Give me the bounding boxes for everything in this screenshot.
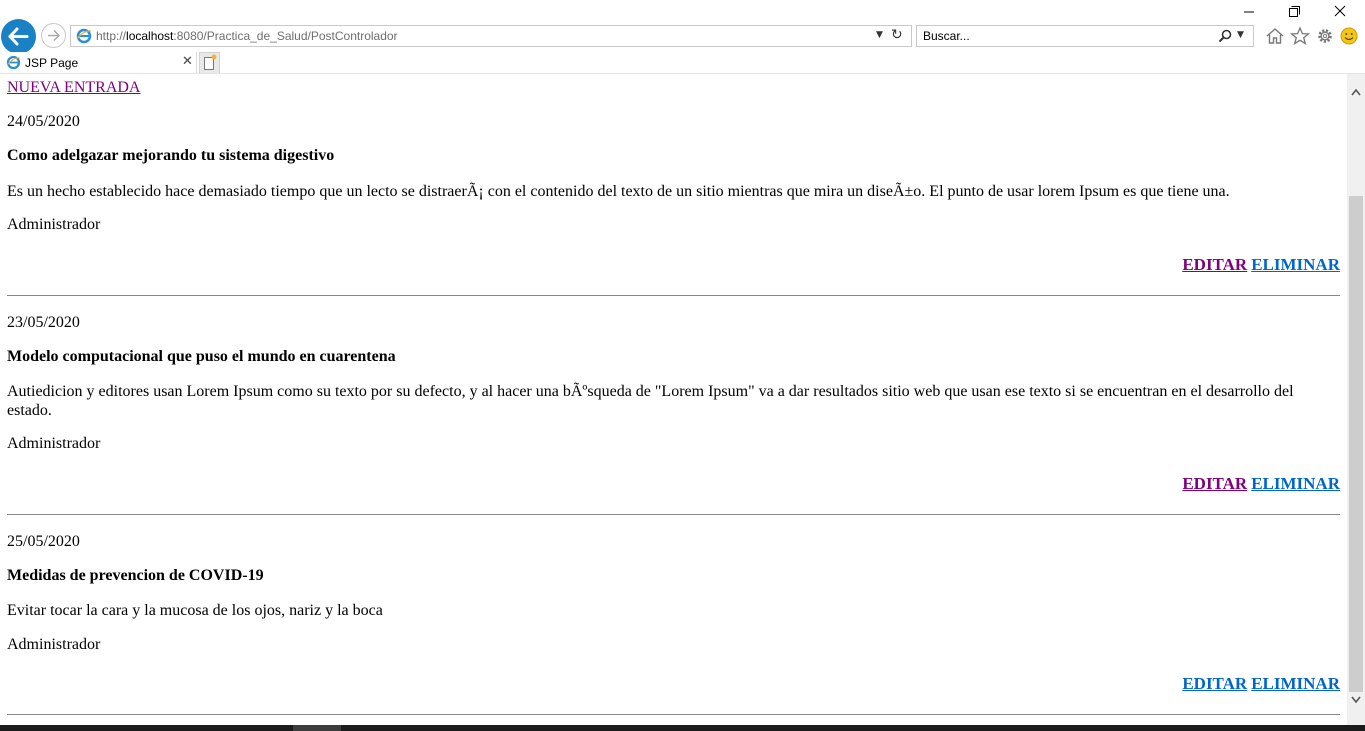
new-tab-icon	[204, 54, 217, 70]
post-divider	[7, 295, 1340, 296]
search-icon[interactable]	[1218, 29, 1232, 43]
post-actions: EDITAR ELIMINAR	[1178, 474, 1340, 494]
post-actions: EDITAR ELIMINAR	[1178, 255, 1340, 275]
tab-title: JSP Page	[25, 56, 79, 70]
browser-chrome: http://localhost:8080/Practica_de_Salud/…	[0, 0, 1365, 74]
close-tab-icon[interactable]: ✕	[182, 54, 193, 69]
post-author: Administrador	[7, 216, 101, 233]
post-body: Evitar tocar la cara y la mucosa de los …	[7, 602, 383, 619]
post-divider	[7, 514, 1340, 515]
close-window-icon[interactable]	[1329, 2, 1351, 20]
search-box[interactable]: ▼	[916, 25, 1254, 47]
scrollbar-thumb[interactable]	[1349, 196, 1363, 692]
dropdown-icon[interactable]: ▼	[876, 30, 883, 40]
favorites-star-icon[interactable]	[1290, 26, 1310, 46]
page-content: NUEVA ENTRADA 24/05/2020 Como adelgazar …	[0, 74, 1347, 725]
minimize-icon[interactable]	[1238, 2, 1260, 20]
post-author: Administrador	[7, 435, 101, 452]
ie-logo-icon	[76, 28, 92, 44]
post-title: Medidas de prevencion de COVID-19	[7, 567, 264, 584]
smiley-icon[interactable]	[1339, 26, 1359, 46]
address-bar[interactable]: http://localhost:8080/Practica_de_Salud/…	[70, 25, 912, 47]
post-divider	[7, 714, 1340, 715]
delete-link[interactable]: ELIMINAR	[1251, 474, 1340, 493]
forward-button[interactable]	[41, 23, 66, 48]
ie-logo-icon	[6, 55, 21, 70]
gear-icon[interactable]	[1315, 26, 1335, 46]
vertical-scrollbar[interactable]	[1347, 74, 1365, 725]
post-body: Autiedicion y editores usan Lorem Ipsum …	[7, 383, 1294, 419]
post-date: 24/05/2020	[7, 113, 80, 130]
taskbar-strip	[0, 725, 1365, 731]
restore-icon[interactable]	[1283, 2, 1305, 20]
tab-jsp-page[interactable]: JSP Page ✕	[0, 52, 197, 74]
post-title: Modelo computacional que puso el mundo e…	[7, 348, 396, 365]
post-author: Administrador	[7, 636, 101, 653]
taskbar-segment	[293, 725, 341, 731]
scroll-down-icon[interactable]	[1351, 696, 1361, 704]
home-icon[interactable]	[1265, 26, 1285, 46]
delete-link[interactable]: ELIMINAR	[1251, 255, 1340, 274]
edit-link[interactable]: EDITAR	[1182, 474, 1247, 493]
edit-link[interactable]: EDITAR	[1182, 674, 1247, 693]
forward-arrow-icon	[48, 29, 61, 42]
delete-link[interactable]: ELIMINAR	[1251, 674, 1340, 693]
new-tab-button[interactable]	[199, 52, 220, 74]
search-input[interactable]	[923, 28, 1203, 44]
search-dropdown-icon[interactable]: ▼	[1237, 30, 1244, 40]
back-arrow-icon	[8, 27, 29, 46]
url-text: http://localhost:8080/Practica_de_Salud/…	[96, 29, 398, 43]
post-title: Como adelgazar mejorando tu sistema dige…	[7, 147, 335, 164]
refresh-icon[interactable]: ↻	[891, 27, 903, 43]
post-date: 25/05/2020	[7, 533, 80, 550]
back-button[interactable]	[1, 19, 36, 54]
post-date: 23/05/2020	[7, 314, 80, 331]
edit-link[interactable]: EDITAR	[1182, 255, 1247, 274]
scroll-up-icon[interactable]	[1351, 88, 1361, 96]
post-actions: EDITAR ELIMINAR	[1178, 674, 1340, 694]
new-entry-link[interactable]: NUEVA ENTRADA	[7, 79, 140, 97]
post-body: Es un hecho establecido hace demasiado t…	[7, 183, 1230, 200]
